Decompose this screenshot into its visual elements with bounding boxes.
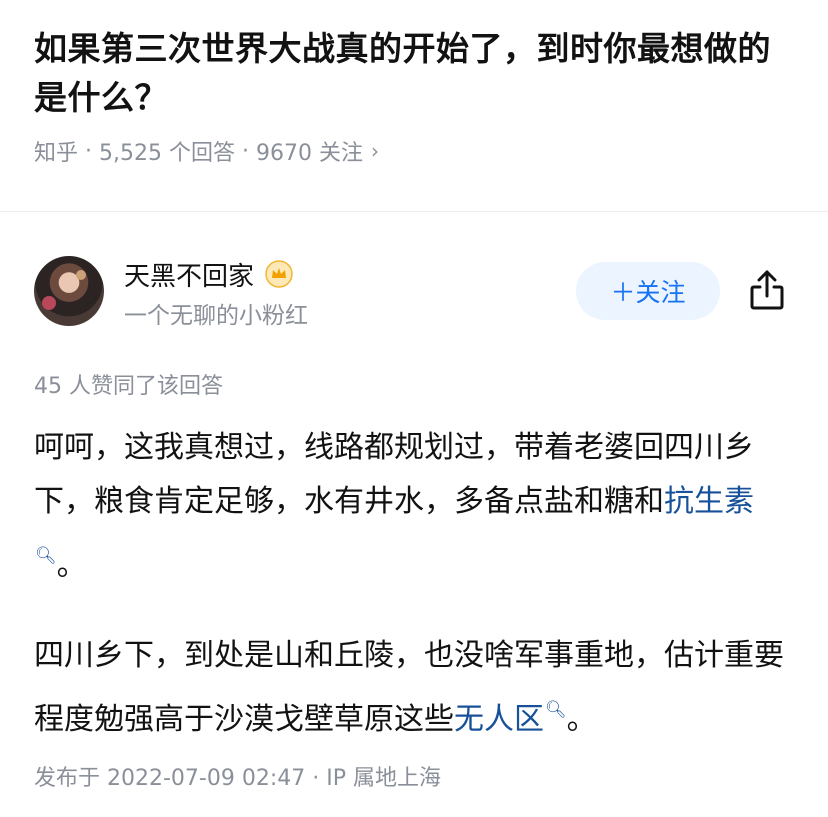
follow-button[interactable]: ＋关注 — [576, 262, 720, 320]
follower-count: 9670 关注 — [255, 141, 363, 166]
author-name: 天黑不回家 — [124, 261, 255, 292]
search-icon: 🔍︎ — [545, 700, 567, 720]
search-icon: 🔍︎ — [35, 546, 57, 566]
question-meta[interactable]: 知乎 · 5,525 个回答 · 9670 关注 › — [34, 135, 804, 167]
publish-info: 发布于 2022-07-09 02:47 · IP 属地上海 — [34, 766, 441, 791]
paragraph: 呵呵，这我真想过，线路都规划过，带着老婆回四川乡下，粮食肯定足够，水有井水，多备… — [34, 430, 754, 583]
answer-content: 呵呵，这我真想过，线路都规划过，带着老婆回四川乡下，粮食肯定足够，水有井水，多备… — [34, 421, 798, 783]
paragraph: 四川乡下，到处是山和丘陵，也没啥军事重地，估计重要程度勉强高于沙漠戈壁草原这些无… — [34, 638, 784, 737]
avatar[interactable] — [34, 256, 104, 326]
author-name-row[interactable]: 天黑不回家 — [124, 258, 294, 292]
question-header: 如果第三次世界大战真的开始了，到时你最想做的是什么？ 知乎 · 5,525 个回… — [34, 24, 804, 167]
share-icon[interactable] — [748, 268, 786, 312]
divider — [0, 211, 828, 212]
question-title[interactable]: 如果第三次世界大战真的开始了，到时你最想做的是什么？ — [34, 24, 804, 122]
crown-badge-icon — [265, 260, 293, 288]
author-bar: 天黑不回家 一个无聊的小粉红 ＋关注 — [34, 256, 794, 329]
answer-count: 5,525 个回答 — [99, 141, 235, 166]
vote-count: 45 人赞同了该回答 — [34, 374, 223, 399]
search-link-uninhabited-area[interactable]: 无人区🔍︎ — [454, 700, 567, 737]
author-description: 一个无聊的小粉红 — [124, 303, 308, 329]
source-label: 知乎 — [34, 141, 79, 166]
chevron-right-icon: › — [370, 139, 379, 163]
